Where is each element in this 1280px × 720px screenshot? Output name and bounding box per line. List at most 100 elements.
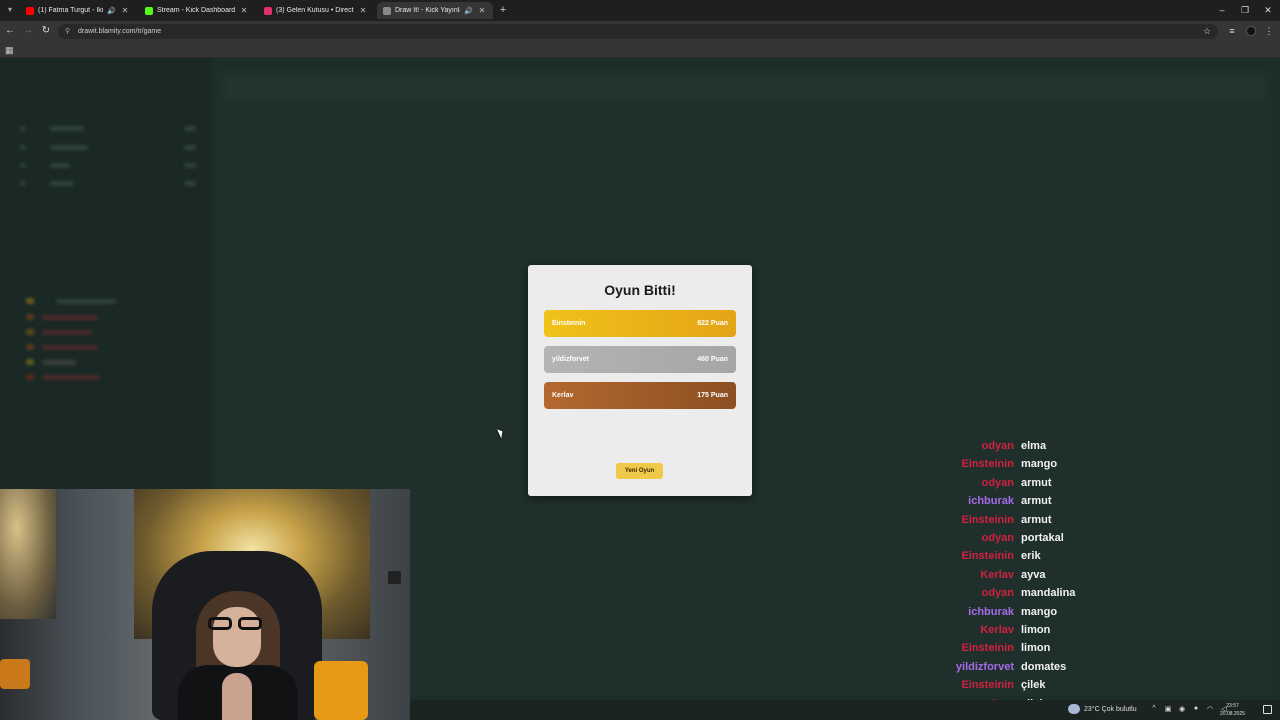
chat-text: limon (1021, 624, 1051, 636)
browser-tab-bar: ▾ (1) Fatma Turgut - İkimizde🔊✕Stream - … (0, 0, 1280, 21)
browser-tab[interactable]: (3) Gelen Kutusu • Direct ✕ (258, 2, 374, 19)
weather-widget[interactable]: 23°C Çok bulutlu (1068, 704, 1137, 714)
chat-username: ichburak (968, 495, 1014, 508)
chat-username: odyan (981, 532, 1014, 544)
minimize-icon[interactable]: – (1212, 3, 1232, 17)
tab-close-icon[interactable]: ✕ (358, 6, 368, 15)
chevron-up-icon[interactable]: ^ (1150, 705, 1158, 713)
tab-favicon-icon (26, 6, 34, 15)
new-tab-button[interactable]: + (497, 4, 509, 16)
chat-message: odyan armut (900, 474, 1180, 492)
windows-taskbar: 23°C Çok bulutlu ^ ▣ ◉ ● ◠ ◁ 23:57 20.08… (410, 700, 1280, 720)
chat-username: odyan (981, 476, 1014, 489)
tab-title: Stream - Kick Dashboard (157, 7, 235, 14)
player-name: yildizforvet (552, 356, 589, 363)
chat-message: Einsteinin mango (900, 455, 1180, 473)
cloud-icon (1068, 704, 1080, 714)
player-name: Kerlav (552, 392, 574, 399)
chat-message: Einsteinin çilek (900, 676, 1180, 694)
chat-username: odyan (981, 587, 1014, 600)
microphone-icon[interactable]: ● (1192, 705, 1200, 713)
chat-message: Einsteinin armut (900, 511, 1180, 529)
bookmark-star-icon[interactable]: ☆ (1201, 25, 1213, 37)
game-over-modal: Oyun Bitti! Einsteinin 822 Puan yildizfo… (528, 265, 752, 496)
site-info-icon[interactable]: ⚲ (65, 24, 70, 39)
chat-message: odyan elma (900, 437, 1180, 455)
url-text: drawit.blamity.com/tr/game (78, 28, 162, 35)
tab-close-icon[interactable]: ✕ (477, 6, 487, 15)
word-hint-bar (224, 76, 1266, 100)
chat-text: armut (1021, 476, 1052, 489)
chat-username: odyan (981, 440, 1014, 452)
chat-text: mandalina (1021, 587, 1076, 600)
streamer-face (213, 607, 261, 667)
chat-username: Einsteinin (961, 458, 1014, 471)
chat-username: Kerlav (980, 568, 1014, 581)
chat-message: odyan portakal (900, 529, 1180, 547)
chat-username: Einsteinin (961, 642, 1014, 655)
chat-message: odyan mandalina (900, 584, 1180, 602)
address-toolbar: ← → ↻ ⚲ drawit.blamity.com/tr/game ☆ ≡ ⋮ (0, 21, 1280, 42)
player-name: Einsteinin (552, 320, 586, 327)
tray-app-icon[interactable]: ▣ (1164, 705, 1172, 713)
chat-text: limon (1021, 642, 1051, 655)
system-clock[interactable]: 23:57 20.08.2025 (1220, 702, 1245, 718)
close-window-icon[interactable]: ✕ (1258, 3, 1278, 17)
chat-message: Kerlav limon (900, 621, 1180, 639)
chat-username: Einsteinin (961, 679, 1014, 692)
forward-icon[interactable]: → (22, 25, 34, 37)
chat-text: mango (1021, 605, 1058, 618)
tab-title: Draw It! - Kick Yayınları İçin (395, 7, 460, 14)
modal-title: Oyun Bitti! (604, 282, 676, 298)
restore-icon[interactable]: ❐ (1235, 3, 1255, 17)
webcam-overlay (0, 489, 410, 720)
tab-close-icon[interactable]: ✕ (239, 6, 249, 15)
chat-text: portakal (1021, 532, 1064, 544)
chat-text: armut (1021, 513, 1052, 526)
player-points: 175 Puan (697, 392, 728, 399)
score-row-second: yildizforvet 460 Puan (544, 346, 736, 373)
chat-username: ichburak (968, 605, 1014, 618)
chat-message: Einsteinin limon (900, 639, 1180, 657)
menu-kebab-icon[interactable]: ⋮ (1263, 25, 1275, 37)
tab-audio-icon[interactable]: 🔊 (107, 7, 116, 15)
clock-date: 20.08.2025 (1220, 711, 1246, 717)
chat-message: Kerlav ayva (900, 566, 1180, 584)
tab-search-icon[interactable]: ▾ (4, 4, 16, 16)
bookmarks-bar: ▦ (0, 42, 1280, 58)
url-field[interactable]: ⚲ drawit.blamity.com/tr/game (58, 24, 1218, 39)
apps-grid-icon[interactable]: ▦ (5, 45, 14, 56)
back-icon[interactable]: ← (4, 25, 16, 37)
chat-message: ichburak mango (900, 603, 1180, 621)
player-points: 822 Puan (697, 320, 728, 327)
chat-username: Kerlav (980, 624, 1014, 636)
profile-avatar[interactable] (1246, 26, 1256, 36)
chat-message: yildizforvet domates (900, 658, 1180, 676)
browser-tab[interactable]: (1) Fatma Turgut - İkimizde 🔊 ✕ (20, 2, 136, 19)
chat-text: elma (1021, 440, 1047, 452)
chat-message: Einsteinin erik (900, 547, 1180, 565)
wifi-icon[interactable]: ◠ (1206, 705, 1214, 713)
chat-text: erik (1021, 550, 1041, 563)
browser-tab[interactable]: Stream - Kick Dashboard ✕ (139, 2, 255, 19)
weather-text: 23°C Çok bulutlu (1084, 705, 1137, 713)
reload-icon[interactable]: ↻ (40, 25, 52, 37)
tab-favicon-icon (145, 6, 153, 15)
chat-text: mango (1021, 458, 1058, 471)
network-icon[interactable]: ◉ (1178, 705, 1186, 713)
new-game-button[interactable]: Yeni Oyun (616, 463, 663, 479)
tab-audio-icon[interactable]: 🔊 (464, 7, 473, 15)
tab-close-icon[interactable]: ✕ (120, 6, 130, 15)
player-points: 460 Puan (697, 356, 728, 363)
chat-username: yildizforvet (955, 660, 1014, 673)
notification-icon[interactable] (1263, 705, 1272, 714)
score-row-third: Kerlav 175 Puan (544, 382, 736, 409)
tab-title: (1) Fatma Turgut - İkimizde (38, 7, 103, 14)
media-control-icon[interactable]: ≡ (1226, 25, 1238, 37)
chat-username: Einsteinin (961, 550, 1014, 563)
chat-text: domates (1021, 660, 1067, 673)
chat-text: ayva (1021, 568, 1046, 581)
browser-tab[interactable]: Draw It! - Kick Yayınları İçin 🔊 ✕ (377, 2, 493, 19)
clock-time: 23:57 (1226, 703, 1239, 709)
chat-text: çilek (1021, 679, 1046, 692)
